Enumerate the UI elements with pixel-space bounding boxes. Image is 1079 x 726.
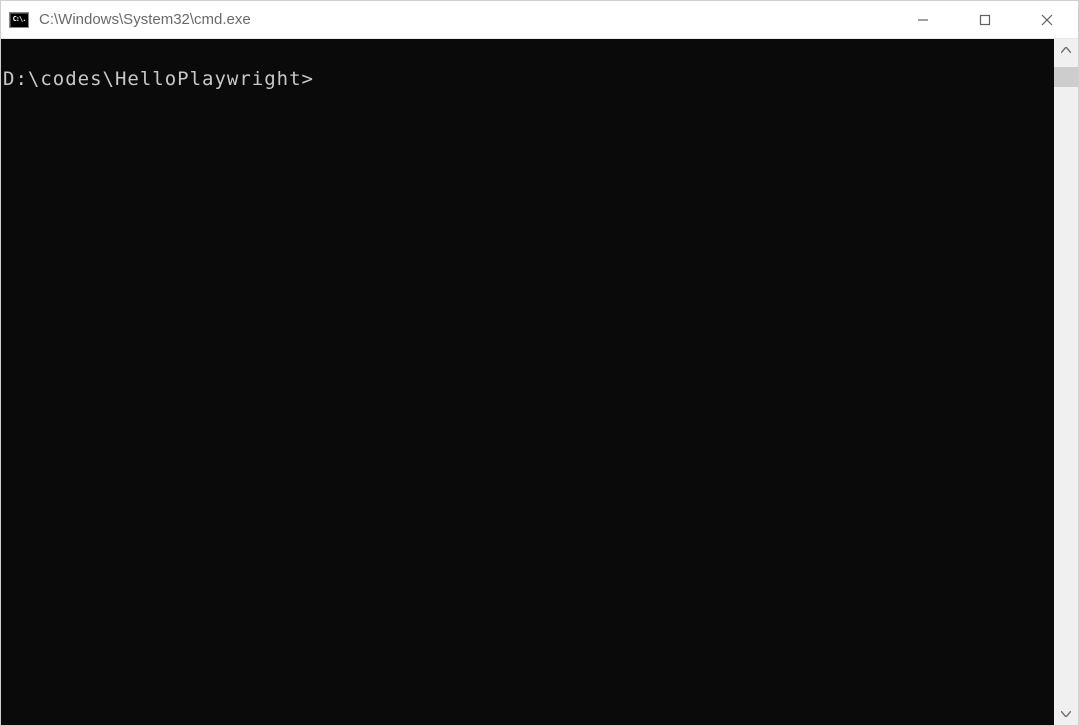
client-area: D:\codes\HelloPlaywright>: [1, 39, 1078, 725]
scroll-thumb[interactable]: [1054, 67, 1078, 87]
window-controls: [892, 1, 1078, 38]
scroll-down-arrow[interactable]: [1054, 703, 1078, 725]
maximize-icon: [979, 14, 991, 26]
vertical-scrollbar[interactable]: [1054, 39, 1078, 725]
cmd-window: C:\. C:\Windows\System32\cmd.exe D:\code…: [0, 0, 1079, 726]
minimize-icon: [917, 14, 929, 26]
cmd-icon: C:\.: [9, 12, 29, 28]
prompt-line: D:\codes\HelloPlaywright>: [3, 67, 1052, 92]
titlebar[interactable]: C:\. C:\Windows\System32\cmd.exe: [1, 1, 1078, 39]
chevron-up-icon: [1061, 47, 1071, 53]
window-title: C:\Windows\System32\cmd.exe: [39, 11, 892, 28]
close-icon: [1041, 14, 1053, 26]
maximize-button[interactable]: [954, 1, 1016, 38]
minimize-button[interactable]: [892, 1, 954, 38]
chevron-down-icon: [1061, 711, 1071, 717]
terminal-output[interactable]: D:\codes\HelloPlaywright>: [1, 39, 1054, 725]
scroll-track[interactable]: [1054, 61, 1078, 703]
scroll-up-arrow[interactable]: [1054, 39, 1078, 61]
close-button[interactable]: [1016, 1, 1078, 38]
